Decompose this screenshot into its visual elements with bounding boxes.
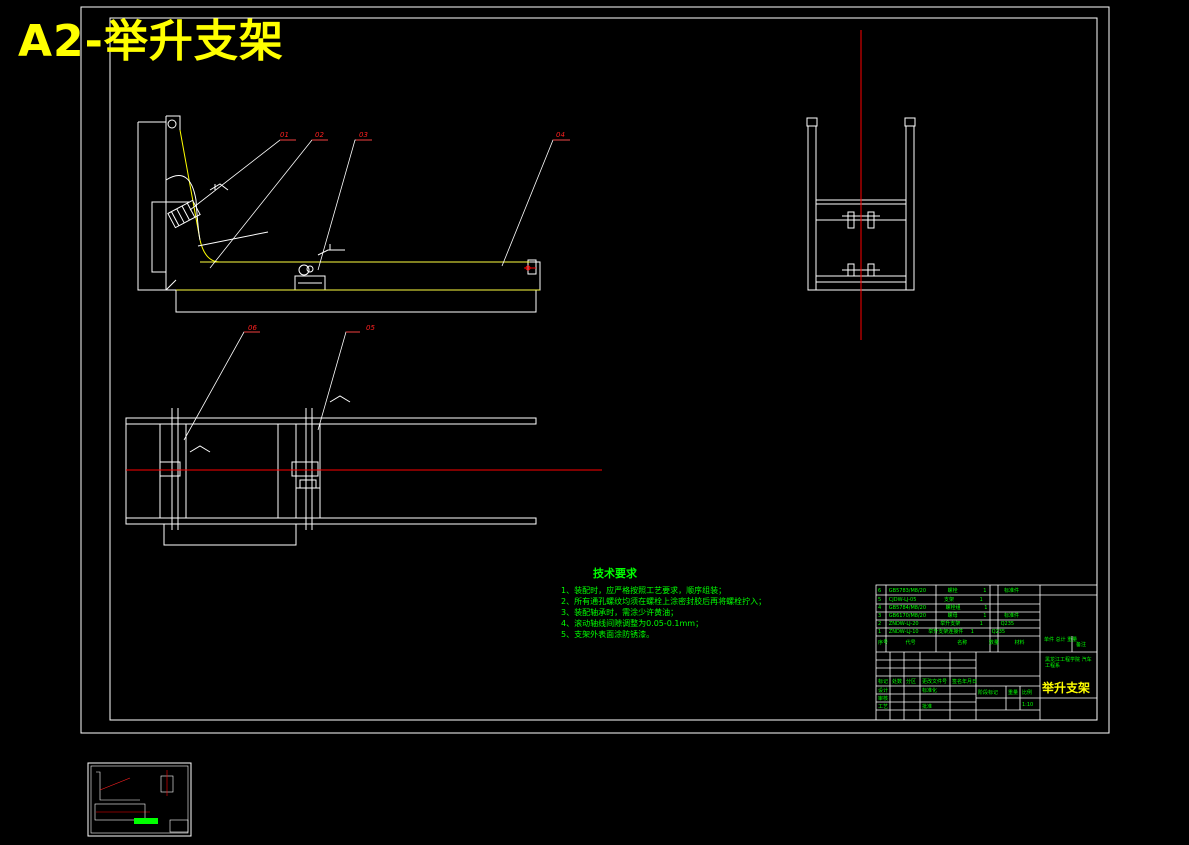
- bom-row: 3 GB6170/M8/20 螺母 1 标准件: [878, 613, 1019, 619]
- tech-requirement-line: 2、所有通孔螺纹均须在螺栓上涂密封胶后再将螺栓拧入；: [561, 597, 767, 606]
- tb-label: 分区: [906, 679, 917, 685]
- bom-header-weight: 单件 总计 重量: [1044, 637, 1078, 643]
- tb-label: 标准化: [922, 688, 938, 694]
- bom-qty: 1: [979, 621, 983, 627]
- bom-code: GB5783/M8/20: [888, 588, 927, 594]
- bom-qty: 1: [984, 605, 988, 611]
- part-label-03: 03: [359, 131, 368, 139]
- tb-label: 批准: [922, 704, 933, 710]
- thumbnail-preview: [87, 762, 192, 837]
- tb-label: 签名: [952, 679, 963, 685]
- bom-name: 支架: [944, 597, 955, 603]
- tb-label: 设计: [878, 688, 889, 694]
- bom-no: 2: [878, 621, 882, 627]
- bom-material: Q235: [1000, 621, 1015, 627]
- company-name: 黑龙江工程学院 汽车工程系: [1045, 657, 1092, 669]
- bom-header-material: 材料: [1014, 640, 1025, 646]
- bom-code: CJDW-LJ-05: [888, 597, 917, 603]
- tb-label: 年月日: [962, 679, 978, 685]
- tb-label: 阶段标记: [978, 690, 999, 696]
- bom-qty: 1: [983, 613, 987, 619]
- tb-label: 更改文件号: [922, 679, 948, 685]
- bom-header: 序号 代号 名称 数量 材料: [878, 640, 1024, 646]
- cad-drawing: 01 02 03 04 06 05: [80, 6, 1110, 837]
- front-view-leaders: [189, 139, 570, 271]
- front-view-yellow-lines: [176, 261, 540, 291]
- front-view: [137, 115, 541, 313]
- bom-code: ZNDW-LJ-20: [888, 621, 919, 627]
- bom-name: 螺栓组: [945, 605, 961, 611]
- drawing-title: A2-举升支架: [18, 16, 284, 67]
- part-label-02: 02: [315, 131, 324, 139]
- bom-name: 螺母: [947, 613, 958, 619]
- bom-material: Q235: [991, 629, 1006, 635]
- title-block-drawing-name: 举升支架: [1042, 681, 1091, 695]
- tech-requirement-line: 5、支架外表面涂防锈漆。: [561, 630, 655, 639]
- bom-name: 螺栓: [947, 588, 958, 594]
- tb-label: 处数: [892, 679, 903, 685]
- tb-label: 工艺: [878, 704, 889, 710]
- bom-material: 标准件: [1004, 613, 1020, 619]
- bom-name: 举升支架连接件: [928, 629, 964, 635]
- bom-header-remark: 备注: [1076, 642, 1087, 648]
- drawing-canvas: 01 02 03 04 06 05 A2-举升支架 技术要求 1、装配时，应严格…: [0, 0, 1189, 841]
- bom-header-name: 名称: [957, 640, 968, 646]
- bom-no: 6: [878, 588, 882, 594]
- tech-requirement-line: 1、装配时，应严格按照工艺要求，顺序组装；: [561, 586, 727, 595]
- tb-label: 审核: [878, 696, 889, 702]
- part-label-05: 05: [366, 324, 375, 332]
- part-label-04: 04: [556, 131, 565, 139]
- bom-row: 6 GB5783/M8/20 螺栓 1 标准件: [878, 588, 1019, 594]
- part-label-06: 06: [248, 324, 257, 332]
- tech-requirement-line: 4、滚动轴线间隙调整为0.05-0.1mm；: [561, 619, 704, 628]
- bom-row: 5 CJDW-LJ-05 支架 1: [878, 597, 999, 603]
- bom-qty: 1: [979, 597, 983, 603]
- bom-header-code: 代号: [905, 640, 916, 646]
- bom-code: GB6170/M8/20: [888, 613, 927, 619]
- bom-no: 5: [878, 597, 882, 603]
- tech-requirement-line: 3、装配轴承时，需涂少许黄油；: [561, 608, 679, 617]
- bom-no: 3: [878, 613, 882, 619]
- bom-row: 4 GB5784/M8/20 螺栓组 1: [878, 605, 1003, 611]
- tb-label: 比例: [1022, 690, 1033, 696]
- bom-material: 标准件: [1004, 588, 1020, 594]
- bom-header-no: 序号: [878, 640, 889, 646]
- bom-name: 举升支架: [940, 621, 961, 627]
- bom-no: 4: [878, 605, 882, 611]
- title-block-scale: 1:10: [1022, 702, 1034, 708]
- bom-qty: 1: [970, 629, 974, 635]
- bom-code: ZNDW-LJ-10: [888, 629, 919, 635]
- bom-no: 1: [878, 629, 882, 635]
- tech-requirements-title: 技术要求: [593, 567, 637, 580]
- tb-label: 重量: [1008, 690, 1019, 696]
- bom-header-qty: 数量: [988, 640, 999, 646]
- bom-code: GB5784/M8/20: [888, 605, 927, 611]
- bom-row: 1 ZNDW-LJ-10 举升支架连接件 1 Q235: [878, 629, 1005, 635]
- part-label-01: 01: [280, 131, 289, 139]
- bom-qty: 1: [983, 588, 987, 594]
- tb-label: 标记: [878, 679, 889, 685]
- bom-row: 2 ZNDW-LJ-20 举升支架 1 Q235: [878, 621, 1014, 627]
- tech-requirements: 技术要求 1、装配时，应严格按照工艺要求，顺序组装； 2、所有通孔螺纹均须在螺栓…: [561, 565, 766, 640]
